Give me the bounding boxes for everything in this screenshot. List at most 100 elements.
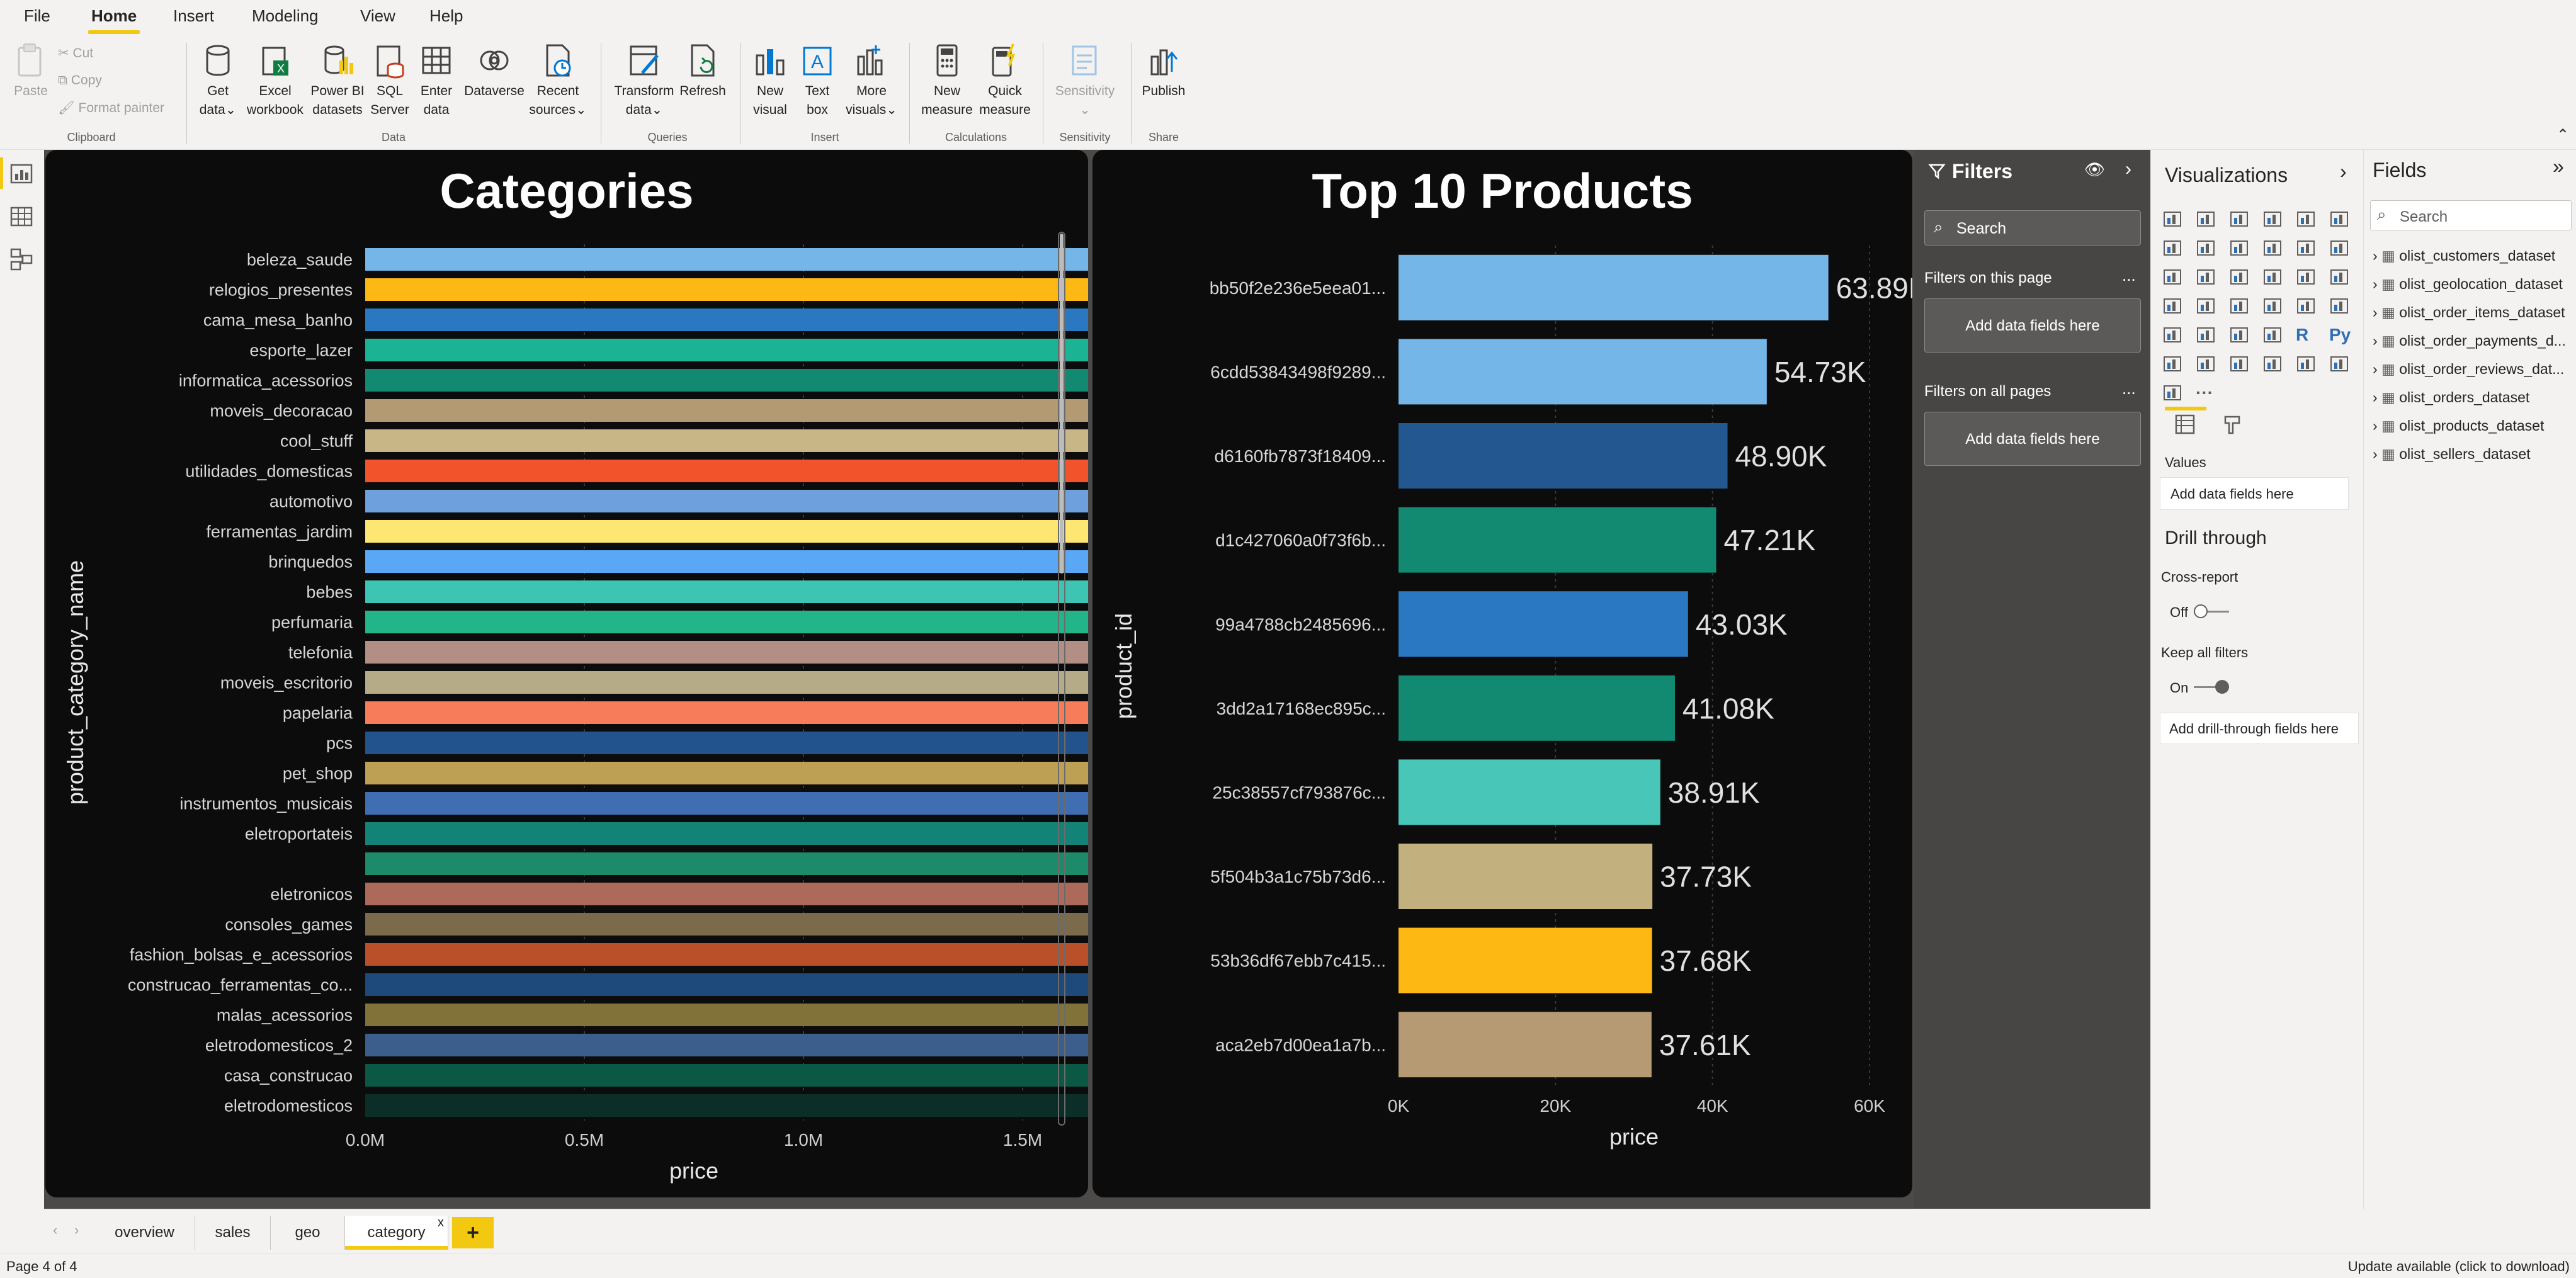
field-table-item[interactable]: › ▦ olist_customers_dataset [2373,243,2555,268]
keep-filters-toggle[interactable] [2194,679,2229,695]
clustered-bar-visual-icon[interactable] [2229,209,2252,232]
visual-scrollbar[interactable] [1058,232,1065,1126]
report-view-icon[interactable] [9,161,34,186]
report-canvas[interactable]: Categories 0.0M 0.5M 1.0M 1.5M price product_… [44,150,1914,1209]
sql-server-button[interactable]: SQL Server [368,42,412,120]
dataverse-button[interactable]: Dataverse [461,42,528,101]
scrollbar-thumb[interactable] [1060,234,1064,574]
build-visual-icon[interactable] [2172,412,2198,437]
matrix-visual-icon[interactable] [2262,325,2285,348]
funnel-visual-icon[interactable] [2196,267,2218,290]
r-script-visual-icon[interactable]: R [2296,325,2318,348]
get-data-button[interactable]: Get data⌄ [193,42,243,120]
data-view-icon[interactable] [9,204,34,229]
field-table-item[interactable]: › ▦ olist_orders_dataset [2373,385,2529,410]
scatter-visual-icon[interactable] [2229,267,2252,290]
expand-chevron-icon[interactable]: › [2373,332,2381,349]
narrative-visual-icon[interactable] [2262,354,2285,376]
filters-page-dropzone[interactable]: Add data fields here [1924,298,2141,353]
page-tab-category[interactable]: category x [345,1216,448,1250]
field-table-item[interactable]: › ▦ olist_products_dataset [2373,413,2544,438]
qa-visual-icon[interactable] [2229,354,2252,376]
100-column-visual-icon[interactable] [2329,209,2352,232]
field-table-item[interactable]: › ▦ olist_order_items_dataset [2373,300,2565,325]
stacked-bar-visual-icon[interactable] [2162,209,2185,232]
clustered-column-visual-icon[interactable] [2262,209,2285,232]
more-options-icon[interactable]: ... [2122,379,2136,399]
page-tab-geo[interactable]: geo [271,1216,345,1250]
100-bar-visual-icon[interactable] [2296,209,2318,232]
add-page-button[interactable]: + [452,1217,494,1248]
decomposition-visual-icon[interactable] [2196,354,2218,376]
field-table-item[interactable]: › ▦ olist_order_payments_d... [2373,328,2566,353]
quick-measure-button[interactable]: Quick measure [975,42,1035,120]
ribbon-visual-icon[interactable] [2329,238,2352,261]
power-apps-visual-icon[interactable] [2329,354,2352,376]
page-tab-overview[interactable]: overview [94,1216,195,1250]
treemap-visual-icon[interactable] [2329,267,2352,290]
python-visual-icon[interactable]: Py [2329,325,2352,348]
paste-button[interactable]: Paste [9,42,53,101]
stacked-area-visual-icon[interactable] [2229,238,2252,261]
power-bi-datasets-button[interactable]: Power BI datasets [307,42,368,120]
field-table-item[interactable]: › ▦ olist_order_reviews_dat... [2373,356,2564,382]
multi-row-card-visual-icon[interactable] [2329,296,2352,319]
line-column-visual-icon[interactable] [2262,238,2285,261]
azure-map-visual-icon[interactable] [2229,296,2252,319]
categories-visual[interactable]: Categories 0.0M 0.5M 1.0M 1.5M price product_… [45,150,1088,1197]
map-visual-icon[interactable] [2162,296,2185,319]
close-tab-icon[interactable]: x [438,1206,444,1240]
gauge-visual-icon[interactable] [2262,296,2285,319]
expand-chevron-icon[interactable]: › [2373,389,2381,405]
table-visual-icon[interactable] [2229,325,2252,348]
filled-map-visual-icon[interactable] [2196,296,2218,319]
collapse-viz-icon[interactable]: › [2340,160,2347,183]
line-visual-icon[interactable] [2162,238,2185,261]
card-visual-icon[interactable] [2296,296,2318,319]
field-table-item[interactable]: › ▦ olist_sellers_dataset [2373,441,2531,467]
tab-scroll-left-icon[interactable]: ‹ [53,1222,57,1238]
publish-button[interactable]: Publish [1137,42,1190,101]
more-visuals-button[interactable]: More visuals⌄ [841,42,902,120]
menu-modeling[interactable]: Modeling [252,6,319,26]
paginated-visual-icon[interactable] [2296,354,2318,376]
stacked-column-visual-icon[interactable] [2196,209,2218,232]
model-view-icon[interactable] [9,247,34,272]
enter-data-button[interactable]: Enter data [413,42,460,120]
excel-workbook-button[interactable]: X Excel workbook [246,42,305,120]
expand-chevron-icon[interactable]: › [2373,304,2381,320]
expand-chevron-icon[interactable]: › [2373,417,2381,434]
drill-through-dropzone[interactable]: Add drill-through fields here [2160,713,2359,744]
collapse-filters-icon[interactable]: › [2125,159,2131,180]
recent-sources-button[interactable]: Recent sources⌄ [526,42,589,120]
format-painter-button[interactable]: 🖌 Format painter [58,101,164,116]
power-automate-visual-icon[interactable] [2162,383,2185,405]
line-clustered-visual-icon[interactable] [2296,238,2318,261]
fields-search-input[interactable]: ⌕ Search [2370,200,2572,230]
tab-scroll-right-icon[interactable]: › [74,1222,79,1238]
field-table-item[interactable]: › ▦ olist_geolocation_dataset [2373,271,2563,297]
pie-visual-icon[interactable] [2262,267,2285,290]
page-tab-sales[interactable]: sales [195,1216,271,1250]
key-influencers-visual-icon[interactable] [2162,354,2185,376]
filters-search-input[interactable]: ⌕ Search [1924,210,2141,246]
refresh-button[interactable]: Refresh [675,42,730,101]
menu-help[interactable]: Help [429,6,463,26]
copy-button[interactable]: ⧉ Copy [58,73,102,88]
donut-visual-icon[interactable] [2296,267,2318,290]
values-dropzone[interactable]: Add data fields here [2160,477,2349,510]
expand-chevron-icon[interactable]: › [2373,276,2381,292]
menu-insert[interactable]: Insert [173,6,214,26]
expand-chevron-icon[interactable]: › [2373,247,2381,264]
more-options-icon[interactable]: ... [2122,266,2136,285]
expand-chevron-icon[interactable]: › [2373,446,2381,462]
cut-button[interactable]: ✂ Cut [58,45,93,61]
update-available-link[interactable]: Update available (click to download) [2348,1258,2570,1275]
collapse-fields-icon[interactable]: » [2553,155,2564,178]
new-measure-button[interactable]: New measure [918,42,976,120]
area-visual-icon[interactable] [2196,238,2218,261]
cross-report-toggle[interactable] [2194,603,2229,619]
expand-chevron-icon[interactable]: › [2373,361,2381,377]
sensitivity-button[interactable]: Sensitivity ⌄ [1050,42,1120,120]
waterfall-visual-icon[interactable] [2162,267,2185,290]
